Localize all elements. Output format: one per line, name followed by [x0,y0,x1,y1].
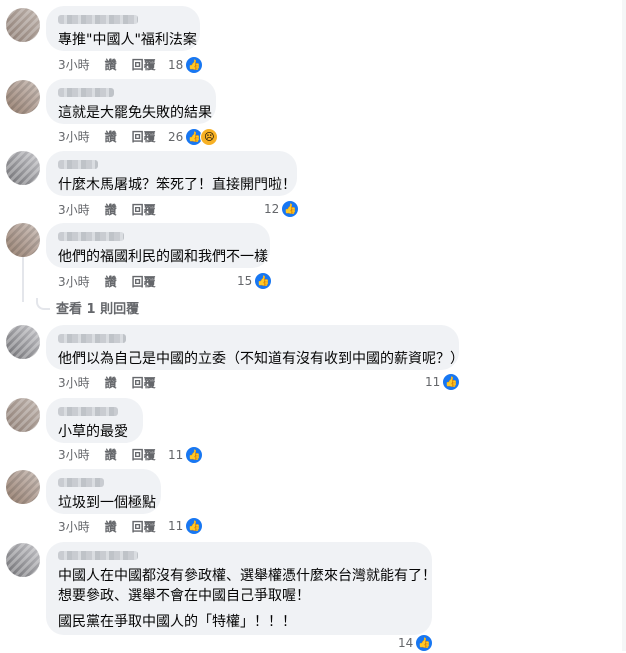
commenter-name[interactable] [58,334,126,343]
thumbs-up-icon: 👍 [185,517,204,535]
comment-bubble: 小草的最愛 [46,398,143,443]
comment-text: 專推"中國人"福利法案 [58,32,197,48]
comment-text: 他們的福國利民的國和我們不一樣 [58,249,268,265]
comment-time[interactable]: 3小時 [58,519,90,535]
commenter-name[interactable] [58,160,98,169]
comment-bubble: 這就是大罷免失敗的結果 [46,79,216,124]
view-replies-label: 查看 1 則回覆 [56,302,140,317]
reply-button[interactable]: 回覆 [132,519,156,535]
reply-button[interactable]: 回覆 [132,129,156,145]
comment-time[interactable]: 3小時 [58,202,90,218]
comment-actions: 3小時讚回覆 [58,375,171,391]
thumbs-up-icon: 👍 [281,200,300,218]
reply-button[interactable]: 回覆 [132,375,156,391]
avatar[interactable] [6,398,40,432]
reaction-count[interactable]: 11 👍 [168,446,204,464]
comment-text: 這就是大罷免失敗的結果 [58,105,212,121]
view-replies-link[interactable]: 查看 1 則回覆 [36,297,140,317]
reaction-number: 11 [168,519,184,533]
thumbs-up-icon: 👍 [185,446,204,464]
comment-time[interactable]: 3小時 [58,57,90,73]
reaction-count[interactable]: 11 👍 [425,373,461,391]
reaction-number: 11 [425,375,441,389]
commenter-name[interactable] [58,478,104,487]
reaction-number: 11 [168,448,184,462]
comment-actions: 3小時讚回覆 [58,519,171,535]
comment-text-line: 中國人在中國都沒有參政權、選舉權憑什麼來台灣就能有了！ [58,568,436,584]
comment-actions: 3小時讚回覆 [58,447,171,463]
commenter-name[interactable] [58,407,118,416]
thumbs-up-icon: 👍 [185,56,204,74]
thumbs-up-icon: 👍 [254,272,273,290]
comment-text: 小草的最愛 [58,424,128,440]
reaction-count[interactable]: 14 👍 [398,634,434,652]
comment-text: 什麼木馬屠城？笨死了！直接開門啦！ [58,177,296,193]
reaction-count[interactable]: 18 👍 [168,56,204,74]
reply-button[interactable]: 回覆 [132,447,156,463]
comment-actions: 3小時讚回覆 [58,202,171,218]
reply-button[interactable]: 回覆 [132,202,156,218]
commenter-name[interactable] [58,232,124,241]
commenter-name[interactable] [58,15,138,24]
like-button[interactable]: 讚 [105,447,117,463]
comment-text: 他們以為自己是中國的立委（不知道有沒有收到中國的薪資呢？） [58,351,464,367]
like-button[interactable]: 讚 [105,375,117,391]
comment-actions: 3小時讚回覆 [58,274,171,290]
comment-bubble: 專推"中國人"福利法案 [46,6,200,51]
reaction-number: 12 [264,202,280,216]
comment-bubble: 什麼木馬屠城？笨死了！直接開門啦！ [46,151,297,196]
sad-face-icon: ☹ [200,128,219,146]
scrollbar[interactable] [622,0,626,651]
reply-thread-line [22,256,24,302]
thumbs-up-icon: 👍 [442,373,461,391]
reaction-number: 15 [237,274,253,288]
reaction-number: 18 [168,58,184,72]
like-button[interactable]: 讚 [105,57,117,73]
like-button[interactable]: 讚 [105,129,117,145]
comment-bubble: 他們以為自己是中國的立委（不知道有沒有收到中國的薪資呢？） [46,325,464,370]
reaction-count[interactable]: 12 👍 [264,200,300,218]
avatar[interactable] [6,223,40,257]
reaction-count[interactable]: 11 👍 [168,517,204,535]
avatar[interactable] [6,325,40,359]
avatar[interactable] [6,80,40,114]
comment-text-line: 國民黨在爭取中國人的「特權」！！！ [58,614,296,630]
avatar[interactable] [6,8,40,42]
comment-time[interactable]: 3小時 [58,274,90,290]
like-button[interactable]: 讚 [105,274,117,290]
comment-bubble: 垃圾到一個極點 [46,469,161,514]
comment-time[interactable]: 3小時 [58,447,90,463]
comment-bubble: 中國人在中國都沒有參政權、選舉權憑什麼來台灣就能有了！ 想要參政、選舉不會在中國… [46,542,436,635]
comment-time[interactable]: 3小時 [58,129,90,145]
reaction-number: 14 [398,636,414,650]
avatar[interactable] [6,151,40,185]
thumbs-up-icon: 👍 [415,634,434,652]
reaction-count[interactable]: 15 👍 [237,272,273,290]
commenter-name[interactable] [58,88,114,97]
avatar[interactable] [6,470,40,504]
reaction-number: 26 [168,130,184,144]
comment-text: 垃圾到一個極點 [58,495,156,511]
like-button[interactable]: 讚 [105,202,117,218]
commenter-name[interactable] [58,551,138,560]
reply-button[interactable]: 回覆 [132,57,156,73]
comment-actions: 3小時讚回覆 [58,57,171,73]
comment-time[interactable]: 3小時 [58,375,90,391]
reaction-count[interactable]: 26 👍 ☹ [168,128,219,146]
reply-button[interactable]: 回覆 [132,274,156,290]
avatar[interactable] [6,543,40,577]
comment-text-line: 想要參政、選舉不會在中國自己爭取喔！ [58,588,310,604]
like-button[interactable]: 讚 [105,519,117,535]
comment-bubble: 他們的福國利民的國和我們不一樣 [46,223,270,268]
comment-actions: 3小時讚回覆 [58,129,171,145]
reply-hook-line [36,297,50,310]
